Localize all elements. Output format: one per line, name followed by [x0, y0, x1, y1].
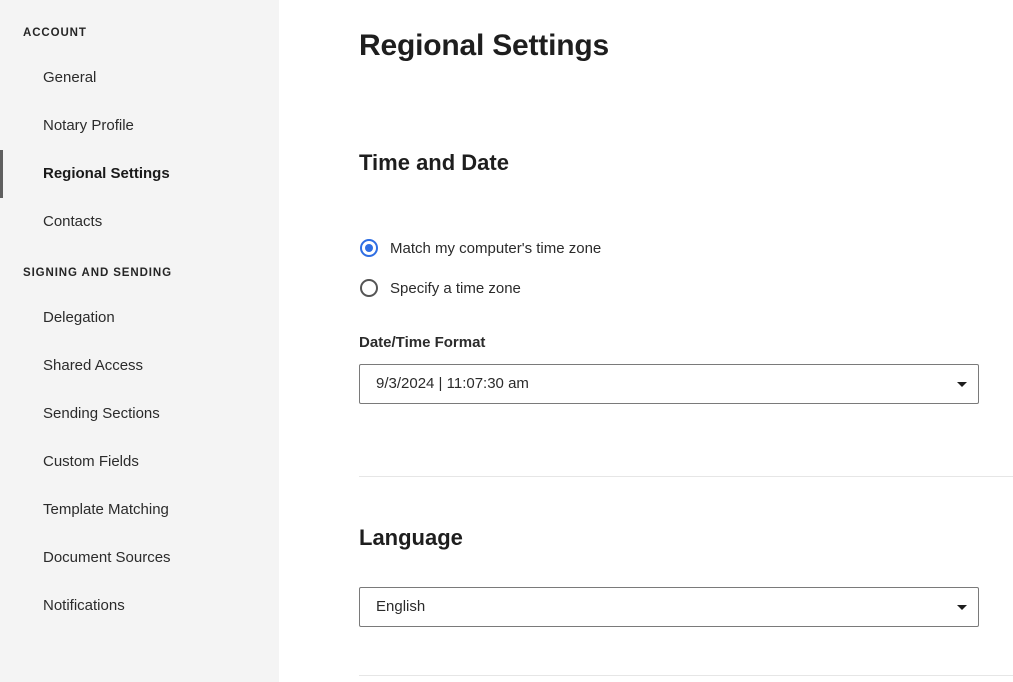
sidebar-item-notifications[interactable]: Notifications: [0, 582, 279, 630]
radio-label: Specify a time zone: [390, 279, 521, 297]
section-title-language: Language: [359, 525, 463, 550]
sidebar-item-custom-fields[interactable]: Custom Fields: [0, 438, 279, 486]
sidebar-item-document-sources[interactable]: Document Sources: [0, 534, 279, 582]
date-time-format-label: Date/Time Format: [359, 334, 486, 351]
section-divider: [359, 476, 1013, 477]
sidebar-item-contacts[interactable]: Contacts: [0, 198, 279, 246]
sidebar-item-shared-access[interactable]: Shared Access: [0, 342, 279, 390]
language-select[interactable]: English: [359, 587, 979, 627]
caret-down-icon: [957, 605, 967, 610]
section-title-time-and-date: Time and Date: [359, 150, 509, 175]
app-root: ACCOUNT General Notary Profile Regional …: [0, 0, 1013, 682]
sidebar-item-notary-profile[interactable]: Notary Profile: [0, 102, 279, 150]
sidebar-item-sending-sections[interactable]: Sending Sections: [0, 390, 279, 438]
sidebar: ACCOUNT General Notary Profile Regional …: [0, 0, 279, 682]
sidebar-item-template-matching[interactable]: Template Matching: [0, 486, 279, 534]
section-divider: [359, 675, 1013, 676]
radio-button-checked[interactable]: [360, 239, 378, 257]
sidebar-item-general[interactable]: General: [0, 54, 279, 102]
radio-specify-time-zone[interactable]: Specify a time zone: [359, 276, 521, 300]
sidebar-item-regional-settings[interactable]: Regional Settings: [0, 150, 279, 198]
sidebar-item-delegation[interactable]: Delegation: [0, 294, 279, 342]
date-time-format-select[interactable]: 9/3/2024 | 11:07:30 am: [359, 364, 979, 404]
sidebar-header-account: ACCOUNT: [23, 27, 87, 39]
caret-down-icon: [957, 382, 967, 387]
radio-button-unchecked[interactable]: [360, 279, 378, 297]
radio-label: Match my computer's time zone: [390, 239, 602, 257]
radio-match-computer-time-zone[interactable]: Match my computer's time zone: [359, 236, 601, 260]
page-title: Regional Settings: [359, 29, 609, 62]
date-time-format-value: 9/3/2024 | 11:07:30 am: [376, 375, 529, 392]
sidebar-header-signing-and-sending: SIGNING AND SENDING: [23, 267, 172, 279]
language-value: English: [376, 598, 426, 615]
main-content: Regional Settings Time and Date Match my…: [359, 0, 1013, 682]
